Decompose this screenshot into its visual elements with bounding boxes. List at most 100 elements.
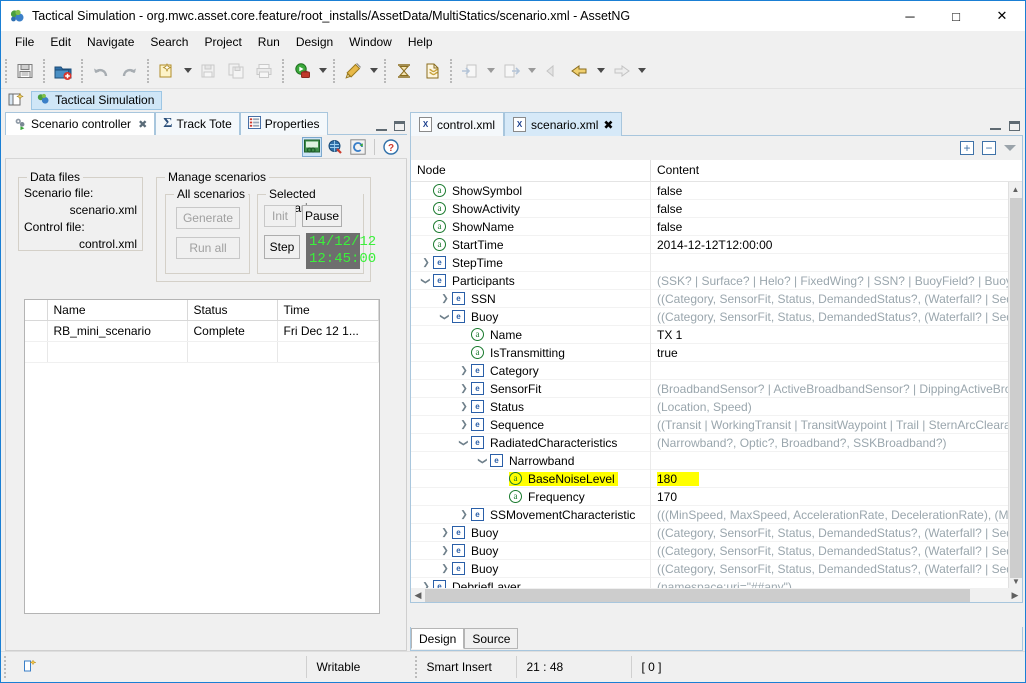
- pause-button[interactable]: Pause: [302, 205, 342, 227]
- tab-track-tote[interactable]: Σ Track Tote: [155, 112, 240, 135]
- editor-tab-scenario-xml[interactable]: X scenario.xml ✖: [504, 112, 623, 136]
- menu-window[interactable]: Window: [341, 32, 400, 52]
- close-icon[interactable]: ✖: [603, 118, 613, 132]
- run-icon[interactable]: [339, 57, 367, 85]
- generate-button[interactable]: Generate: [176, 207, 240, 229]
- init-button[interactable]: Init: [264, 205, 296, 227]
- tree-row[interactable]: ❯ e DebriefLayer (namespace:uri="##any"): [411, 577, 1008, 589]
- minimize-button[interactable]: ─: [887, 1, 933, 31]
- tree-row[interactable]: ❯ e StepTime: [411, 253, 1008, 272]
- maximize-button[interactable]: □: [933, 1, 979, 31]
- tree-content-cell[interactable]: 170: [651, 488, 1008, 506]
- tree-row[interactable]: ❯ e Buoy ((Category, SensorFit, Status, Dem…: [411, 541, 1008, 560]
- scroll-up-icon[interactable]: ▲: [1009, 182, 1022, 196]
- tree-content-cell[interactable]: 180: [651, 470, 1008, 488]
- horizontal-scroll-track[interactable]: [425, 588, 1008, 602]
- open-project-icon[interactable]: [49, 57, 77, 85]
- tab-design[interactable]: Design: [411, 628, 465, 649]
- editor-tab-control-xml[interactable]: X control.xml: [410, 112, 505, 136]
- scenario-list-table[interactable]: Name Status Time RB_mini_scenario Comple…: [24, 299, 380, 614]
- tree-content-cell[interactable]: true: [651, 344, 1008, 362]
- horizontal-scroll-thumb[interactable]: [425, 588, 970, 602]
- tree-content-cell[interactable]: [651, 362, 1008, 380]
- step-button[interactable]: Step: [264, 235, 300, 259]
- link-with-editor-icon[interactable]: [302, 136, 322, 157]
- undo-icon[interactable]: [87, 57, 115, 85]
- chevron-right-icon[interactable]: ❯: [457, 506, 471, 524]
- tree-row[interactable]: ❯ e SSN ((Category, SensorFit, Status, Dema…: [411, 289, 1008, 308]
- column-header-content[interactable]: Content: [651, 160, 1022, 181]
- tree-row[interactable]: ❯ e Status (Location, Speed): [411, 397, 1008, 416]
- tree-row[interactable]: a IsTransmitting true: [411, 343, 1008, 362]
- open-perspective-icon[interactable]: [7, 91, 27, 109]
- chevron-down-icon[interactable]: ❯: [417, 274, 435, 288]
- tab-scenario-controller[interactable]: Scenario controller ✖: [5, 112, 156, 135]
- tree-content-cell[interactable]: (Narrowband?, Optic?, Broadband?, SSKBro…: [651, 434, 1008, 452]
- back-icon[interactable]: [566, 57, 594, 85]
- export-dropdown-arrow[interactable]: [525, 57, 538, 85]
- run-dropdown-arrow[interactable]: [367, 57, 380, 85]
- column-header-status[interactable]: Status: [187, 300, 278, 321]
- tree-row[interactable]: a Name TX 1: [411, 325, 1008, 344]
- tree-row[interactable]: ❯ e SensorFit (BroadbandSensor? | ActiveBro…: [411, 379, 1008, 398]
- tree-vertical-scrollbar[interactable]: ▲ ▼: [1008, 182, 1022, 588]
- close-icon[interactable]: ✖: [138, 118, 147, 131]
- chevron-right-icon[interactable]: ❯: [419, 578, 433, 588]
- table-row[interactable]: RB_mini_scenario Complete Fri Dec 12 1..…: [25, 320, 379, 342]
- tree-content-cell[interactable]: ((Category, SensorFit, Status, DemandedS…: [651, 560, 1008, 578]
- chevron-down-icon[interactable]: ❯: [455, 436, 473, 450]
- tree-content-cell[interactable]: (SSK? | Surface? | Helo? | FixedWing? | …: [651, 272, 1008, 290]
- tree-row[interactable]: a ShowSymbol false: [411, 182, 1008, 200]
- chevron-right-icon[interactable]: ❯: [438, 560, 452, 578]
- column-header-node[interactable]: Node: [411, 160, 651, 181]
- view-scenario-icon[interactable]: [325, 137, 345, 157]
- restart-icon[interactable]: [348, 137, 368, 157]
- scroll-left-icon[interactable]: ◀: [411, 590, 425, 601]
- new-wizard-icon[interactable]: [153, 57, 181, 85]
- tree-content-cell[interactable]: ((Category, SensorFit, Status, DemandedS…: [651, 308, 1008, 326]
- chevron-right-icon[interactable]: ❯: [457, 362, 471, 380]
- tree-row[interactable]: ❯ e Buoy ((Category, SensorFit, Status, Dem…: [411, 307, 1008, 326]
- collapse-all-icon[interactable]: −: [982, 141, 996, 155]
- tree-content-cell[interactable]: false: [651, 200, 1008, 218]
- back-dropdown-arrow[interactable]: [594, 57, 607, 85]
- tree-content-cell[interactable]: ((Category, SensorFit, Status, DemandedS…: [651, 524, 1008, 542]
- tree-row[interactable]: a ShowActivity false: [411, 199, 1008, 218]
- scroll-right-icon[interactable]: ▶: [1008, 590, 1022, 601]
- menu-help[interactable]: Help: [400, 32, 441, 52]
- debug-icon[interactable]: [288, 57, 316, 85]
- chevron-right-icon[interactable]: ❯: [457, 416, 471, 434]
- forward-dropdown-arrow[interactable]: [635, 57, 648, 85]
- tab-properties[interactable]: Properties: [239, 112, 328, 135]
- menu-navigate[interactable]: Navigate: [79, 32, 142, 52]
- tree-row[interactable]: a StartTime 2014-12-12T12:00:00: [411, 235, 1008, 254]
- menu-edit[interactable]: Edit: [42, 32, 79, 52]
- tree-content-cell[interactable]: ((Category, SensorFit, Status, DemandedS…: [651, 290, 1008, 308]
- tree-row[interactable]: a BaseNoiseLevel 180: [411, 469, 1008, 488]
- save-icon[interactable]: [11, 57, 39, 85]
- chevron-down-icon[interactable]: ❯: [436, 310, 454, 324]
- new-asset-icon[interactable]: [390, 57, 418, 85]
- chevron-right-icon[interactable]: ❯: [438, 290, 452, 308]
- menu-search[interactable]: Search: [142, 32, 196, 52]
- menu-project[interactable]: Project: [196, 32, 249, 52]
- tree-row[interactable]: a ShowName false: [411, 217, 1008, 236]
- tree-content-cell[interactable]: (BroadbandSensor? | ActiveBroadbandSenso…: [651, 380, 1008, 398]
- debug-dropdown-arrow[interactable]: [316, 57, 329, 85]
- run-all-button[interactable]: Run all: [176, 237, 240, 259]
- chevron-right-icon[interactable]: ❯: [438, 542, 452, 560]
- menu-run[interactable]: Run: [250, 32, 288, 52]
- tree-content-cell[interactable]: ((Transit | WorkingTransit | TransitWayp…: [651, 416, 1008, 434]
- chevron-right-icon[interactable]: ❯: [457, 398, 471, 416]
- tree-row[interactable]: a Frequency 170: [411, 487, 1008, 506]
- chevron-right-icon[interactable]: ❯: [438, 524, 452, 542]
- tree-content-cell[interactable]: [651, 254, 1008, 272]
- menu-file[interactable]: File: [7, 32, 42, 52]
- redo-icon[interactable]: [115, 57, 143, 85]
- tree-content-cell[interactable]: ((Category, SensorFit, Status, DemandedS…: [651, 542, 1008, 560]
- column-header-time[interactable]: Time: [277, 300, 379, 321]
- minimize-view-icon[interactable]: [376, 122, 387, 131]
- tree-content-cell[interactable]: TX 1: [651, 326, 1008, 344]
- tree-content-cell[interactable]: (namespace:uri="##any"): [651, 578, 1008, 589]
- help-icon[interactable]: ?: [381, 137, 401, 157]
